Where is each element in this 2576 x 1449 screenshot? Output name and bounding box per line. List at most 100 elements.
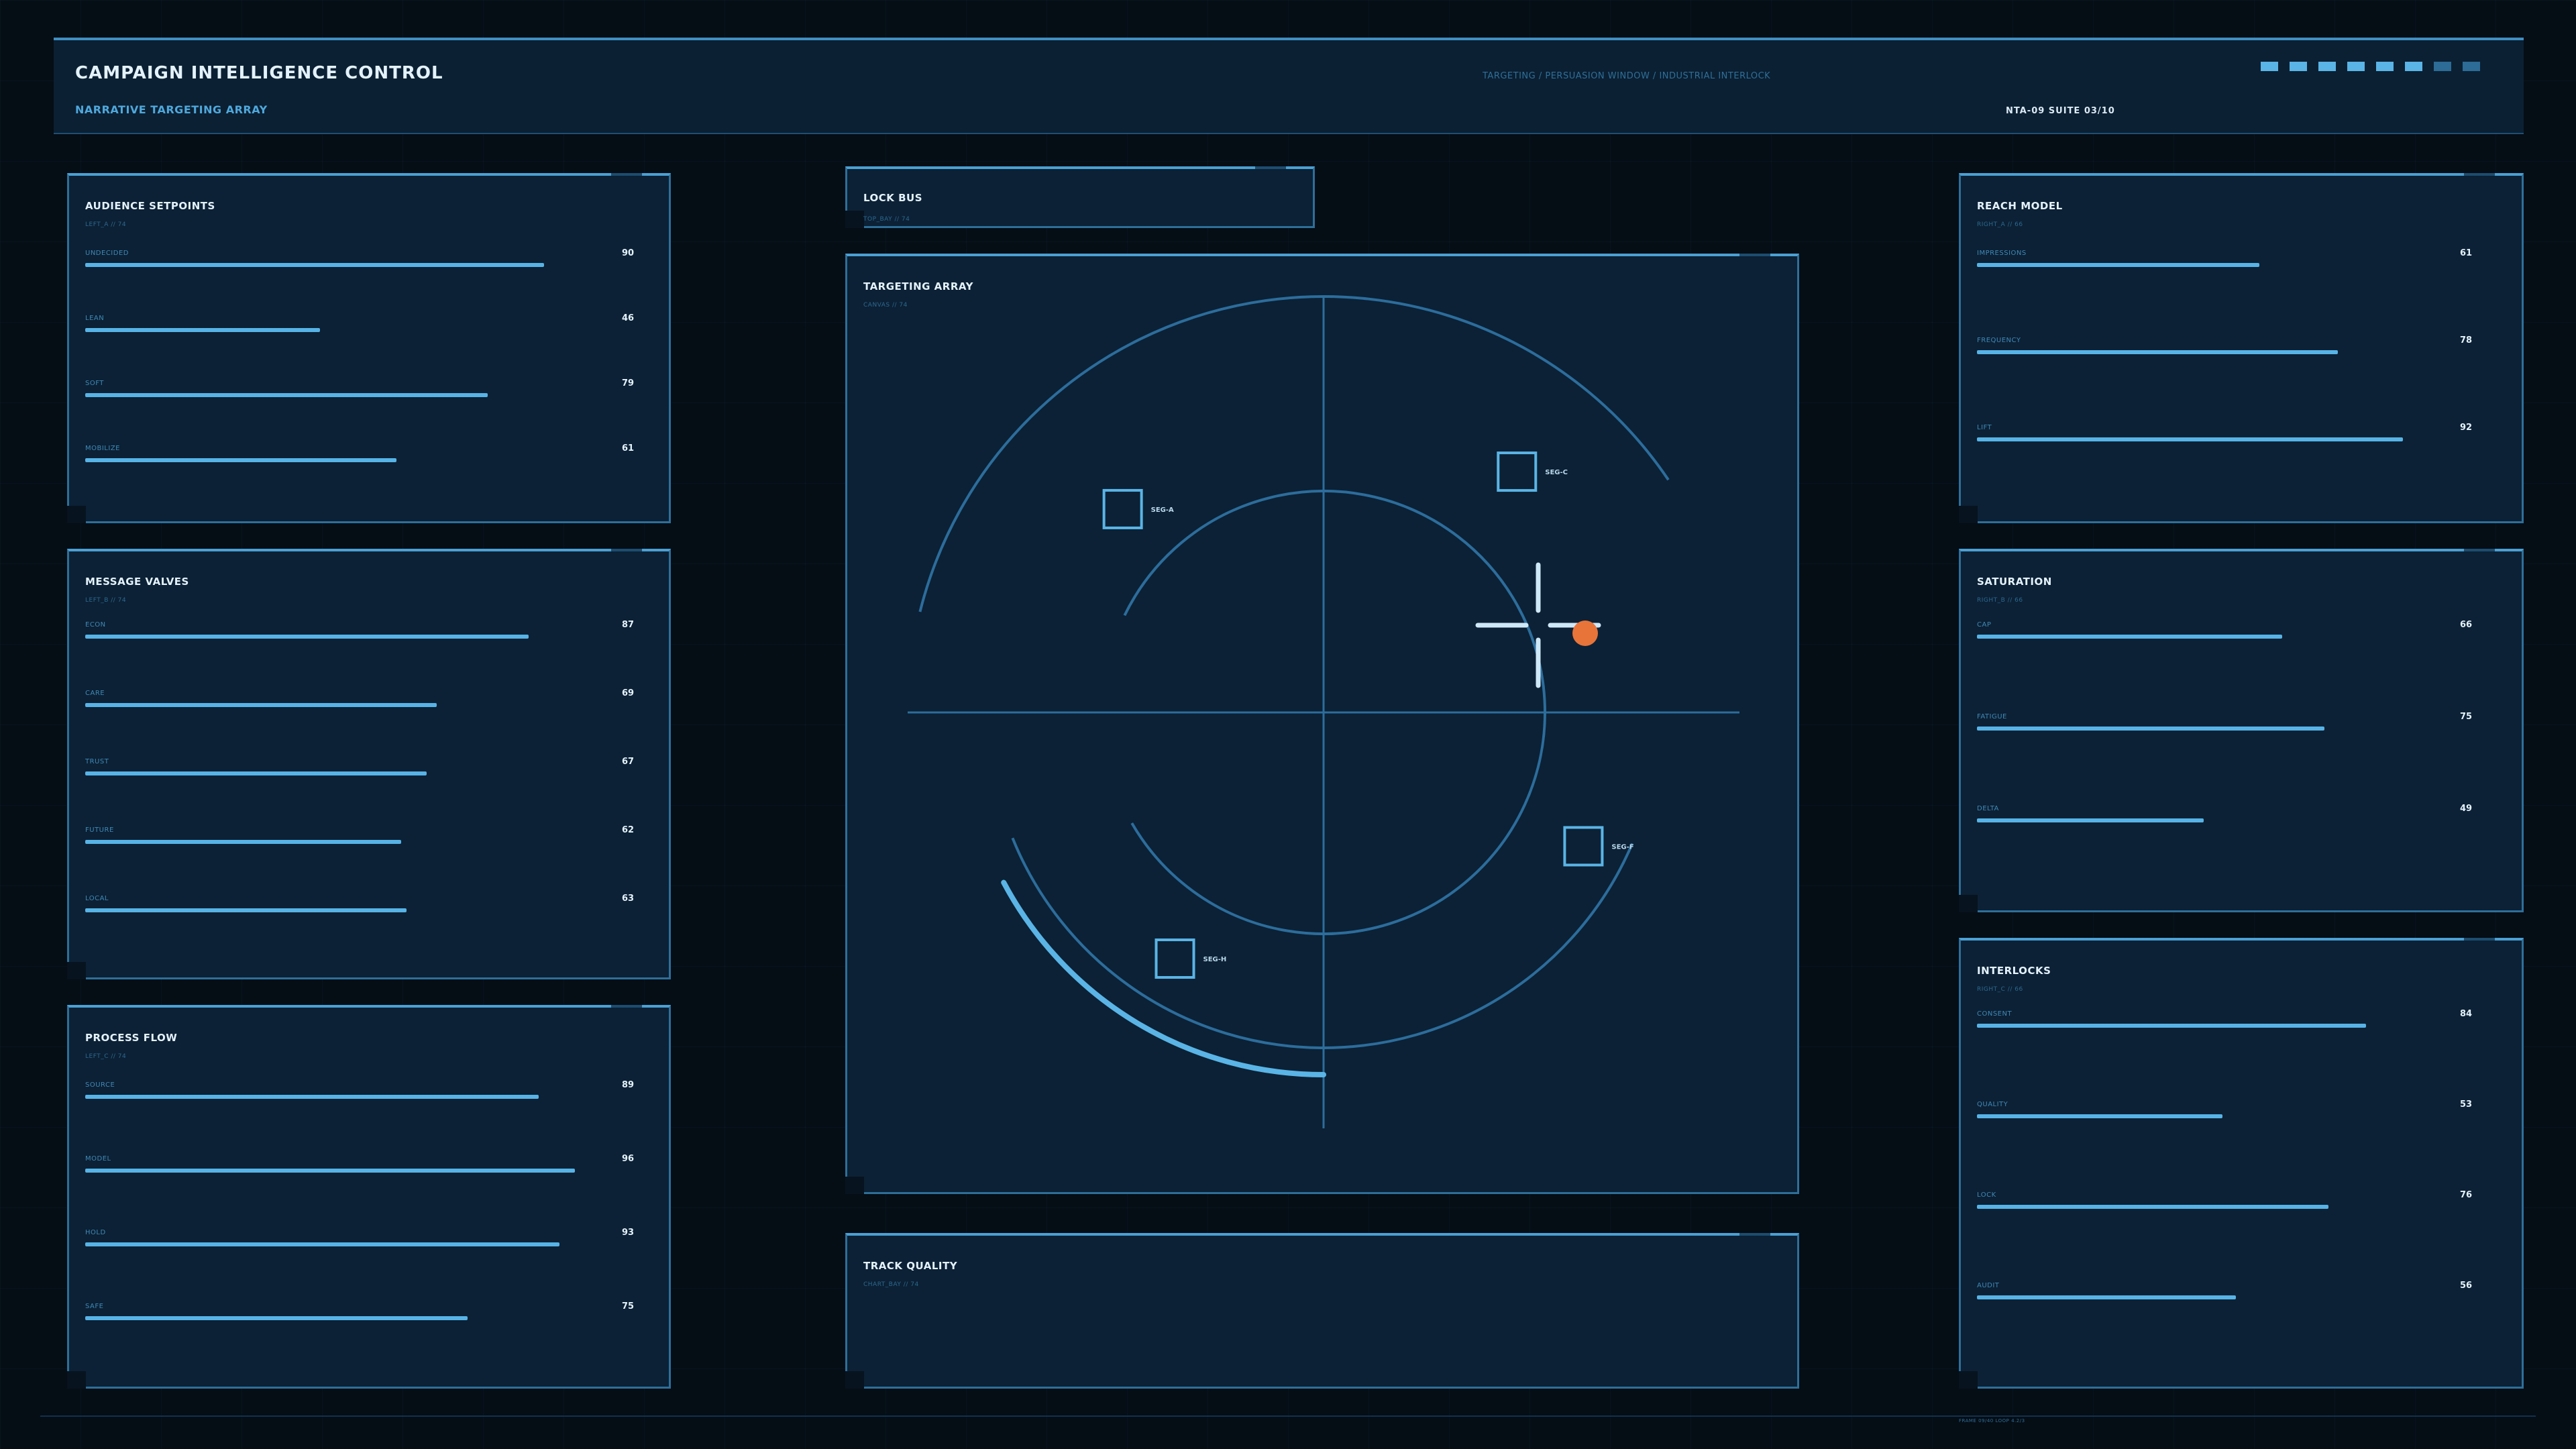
metric-bar-track: [1977, 350, 2440, 354]
metric-row[interactable]: SOURCE 89: [85, 1080, 662, 1102]
panel-message-valves: MESSAGE VALVES LEFT_B // 74 ECON 87 CARE 69…: [67, 549, 671, 979]
status-indicator: [2463, 62, 2480, 71]
status-indicator: [2290, 62, 2307, 71]
panel-track-quality: TRACK QUALITY CHART_BAY // 74: [845, 1233, 1799, 1389]
metric-bar-track: [1977, 635, 2440, 639]
metric-bar-fill: [1977, 1205, 2329, 1209]
metric-bar-fill: [85, 635, 529, 639]
metric-label: LOCAL: [85, 895, 109, 902]
metric-label: MODEL: [85, 1155, 111, 1163]
metric-row[interactable]: CARE 69: [85, 688, 662, 710]
panel-title: LOCK BUS: [863, 192, 923, 204]
targeting-canvas[interactable]: SEG-A SEG-C SEG-F SEG-H: [847, 256, 1797, 1193]
metric-value: 90: [622, 248, 635, 258]
metric-bar-track: [1977, 727, 2440, 731]
metric-value: 49: [2460, 804, 2473, 814]
segment-label: SEG-F: [1611, 843, 1633, 851]
metric-row[interactable]: LEAN 46: [85, 313, 662, 335]
metric-bar-track: [85, 393, 595, 397]
metric-label: SAFE: [85, 1303, 104, 1310]
panel-subtitle: LEFT_C // 74: [85, 1053, 127, 1060]
metric-row[interactable]: CAP 66: [1977, 620, 2500, 641]
metric-value: 46: [622, 313, 635, 323]
segment-marker[interactable]: SEG-C: [1497, 451, 1568, 492]
metric-bar-track: [1977, 1295, 2440, 1299]
metric-bar-fill: [1977, 1295, 2237, 1299]
metric-row[interactable]: LOCAL 63: [85, 894, 662, 915]
segment-box: [1497, 451, 1538, 492]
metric-row[interactable]: SOFT 79: [85, 378, 662, 400]
metric-bar-track: [85, 908, 595, 912]
metric-bar-fill: [85, 1242, 559, 1246]
metric-bar-track: [85, 840, 595, 844]
segment-marker[interactable]: SEG-A: [1102, 488, 1174, 529]
metric-bar-fill: [85, 908, 407, 912]
metric-row[interactable]: QUALITY 53: [1977, 1099, 2500, 1121]
metric-bar-fill: [85, 263, 544, 267]
metric-value: 63: [622, 894, 635, 904]
metric-label: DELTA: [1977, 805, 1999, 812]
metric-row[interactable]: MODEL 96: [85, 1154, 662, 1175]
metric-value: 53: [2460, 1099, 2473, 1110]
metric-value: 84: [2460, 1009, 2473, 1019]
metric-bar-track: [1977, 263, 2440, 267]
metric-bar-fill: [1977, 263, 2259, 267]
metric-row[interactable]: AUDIT 56: [1977, 1281, 2500, 1302]
metric-row[interactable]: LIFT 92: [1977, 423, 2500, 444]
metric-row[interactable]: IMPRESSIONS 61: [1977, 248, 2500, 270]
metric-row[interactable]: SAFE 75: [85, 1301, 662, 1323]
metric-value: 66: [2460, 620, 2473, 630]
metric-row[interactable]: UNDECIDED 90: [85, 248, 662, 270]
panel-subtitle: RIGHT_A // 66: [1977, 221, 2023, 228]
panel-title: MESSAGE VALVES: [85, 576, 189, 588]
metric-row[interactable]: FREQUENCY 78: [1977, 335, 2500, 357]
metric-value: 61: [2460, 248, 2473, 258]
metric-value: 76: [2460, 1190, 2473, 1200]
segment-label: SEG-H: [1203, 956, 1227, 963]
metric-row[interactable]: LOCK 76: [1977, 1190, 2500, 1212]
status-indicator: [2434, 62, 2451, 71]
metric-label: SOFT: [85, 380, 104, 387]
metric-row[interactable]: FUTURE 62: [85, 825, 662, 847]
metric-label: CONSENT: [1977, 1010, 2012, 1018]
segment-marker[interactable]: SEG-F: [1563, 826, 1634, 867]
panel-subtitle: LEFT_A // 74: [85, 221, 127, 228]
metric-row[interactable]: CONSENT 84: [1977, 1009, 2500, 1030]
panel-saturation: SATURATION RIGHT_B // 66 CAP 66 FATIGUE 75 D…: [1959, 549, 2524, 912]
metric-label: UNDECIDED: [85, 250, 129, 257]
metric-bar-track: [85, 328, 595, 332]
metric-row[interactable]: HOLD 93: [85, 1228, 662, 1249]
metric-value: 92: [2460, 423, 2473, 433]
segment-box: [1563, 826, 1604, 867]
metric-bar-track: [85, 635, 595, 639]
suite-indicator: NTA-09 SUITE 03/10: [2006, 106, 2115, 116]
metric-value: 96: [622, 1154, 635, 1164]
metric-value: 69: [622, 688, 635, 698]
metric-bar-track: [1977, 437, 2440, 441]
metric-row[interactable]: TRUST 67: [85, 757, 662, 778]
metric-row[interactable]: MOBILIZE 61: [85, 443, 662, 465]
segment-label: SEG-C: [1545, 469, 1568, 476]
metric-bar-track: [1977, 818, 2440, 822]
app-title: CAMPAIGN INTELLIGENCE CONTROL: [75, 63, 443, 83]
status-indicator: [2318, 62, 2336, 71]
metric-label: FUTURE: [85, 826, 114, 834]
metric-row[interactable]: FATIGUE 75: [1977, 712, 2500, 733]
metric-row[interactable]: ECON 87: [85, 620, 662, 641]
metric-value: 87: [622, 620, 635, 630]
metric-bar-fill: [1977, 818, 2204, 822]
segment-marker[interactable]: SEG-H: [1155, 938, 1227, 979]
metric-row[interactable]: DELTA 49: [1977, 804, 2500, 825]
metric-bar-track: [85, 1169, 595, 1173]
lock-reticle[interactable]: [1475, 562, 1601, 688]
panel-title: REACH MODEL: [1977, 200, 2063, 212]
panel-subtitle: RIGHT_B // 66: [1977, 597, 2023, 604]
metric-bar-track: [85, 458, 595, 462]
panel-title: INTERLOCKS: [1977, 965, 2051, 977]
metric-bar-fill: [85, 393, 488, 397]
status-indicator: [2405, 62, 2422, 71]
metric-value: 62: [622, 825, 635, 835]
metric-label: HOLD: [85, 1229, 106, 1236]
header-bar: CAMPAIGN INTELLIGENCE CONTROL NARRATIVE …: [54, 38, 2524, 134]
metric-bar-track: [85, 263, 595, 267]
